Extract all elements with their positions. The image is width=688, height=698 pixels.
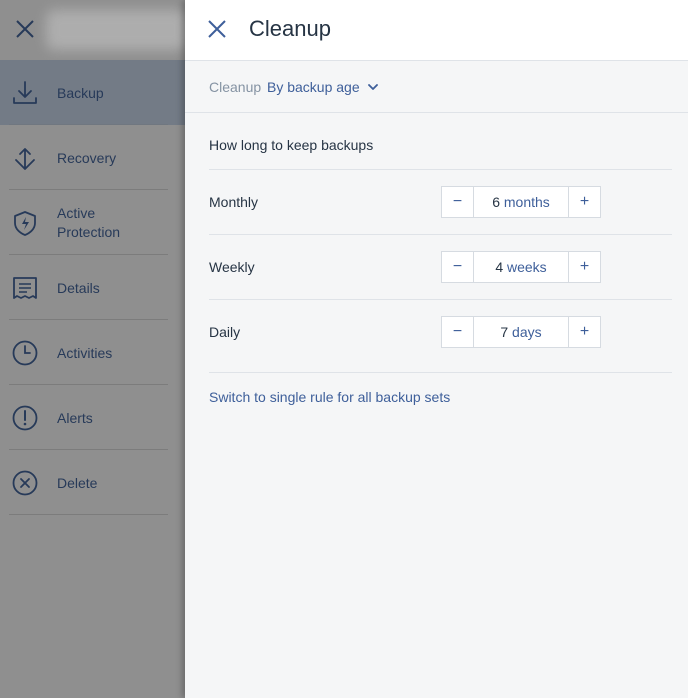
decrement-button[interactable]: − [442, 187, 474, 217]
daily-stepper: − 7 days + [441, 316, 601, 348]
sidebar-item-active-protection[interactable]: Active Protection [0, 190, 185, 255]
sidebar-item-label: Backup [57, 85, 104, 101]
sidebar-item-label: Details [57, 280, 100, 296]
sidebar-item-details[interactable]: Details [0, 255, 185, 320]
cleanup-mode-dropdown[interactable]: By backup age [267, 79, 360, 95]
decrement-button[interactable]: − [442, 252, 474, 282]
monthly-stepper: − 6 months + [441, 186, 601, 218]
cleanup-panel: Cleanup Cleanup By backup age How long t… [185, 0, 688, 698]
close-icon[interactable] [13, 17, 37, 41]
cleanup-mode-row: Cleanup By backup age [185, 61, 688, 113]
decrement-button[interactable]: − [442, 317, 474, 347]
rule-row-weekly: Weekly − 4 weeks + [209, 251, 671, 283]
sidebar-item-label: Activities [57, 345, 113, 361]
sidebar-item-activities[interactable]: Activities [0, 320, 185, 385]
stepper-value[interactable]: 7 days [474, 317, 568, 347]
sidebar-item-label: Alerts [57, 410, 93, 426]
rule-label: Daily [209, 324, 241, 340]
stepper-value[interactable]: 6 months [474, 187, 568, 217]
rule-row-monthly: Monthly − 6 months + [209, 186, 671, 218]
rule-label: Weekly [209, 259, 255, 275]
sidebar-item-label: Active Protection [57, 205, 121, 240]
sidebar-item-delete[interactable]: Delete [0, 450, 185, 515]
shield-icon [14, 211, 36, 236]
divider [9, 514, 168, 515]
panel-header: Cleanup [185, 0, 688, 61]
stepper-value[interactable]: 4 weeks [474, 252, 568, 282]
sidebar-item-backup[interactable]: Backup [0, 60, 185, 125]
blurred-title [46, 10, 188, 50]
divider [209, 169, 672, 170]
increment-button[interactable]: + [568, 252, 600, 282]
sidebar-item-label: Recovery [57, 150, 117, 166]
clock-icon [12, 340, 38, 366]
chevron-down-icon[interactable] [368, 83, 378, 91]
sidebar-header [0, 0, 188, 60]
close-icon[interactable] [206, 18, 228, 40]
rule-row-daily: Daily − 7 days + [209, 316, 671, 348]
sidebar-item-label: Delete [57, 475, 98, 491]
divider [209, 299, 672, 300]
divider [209, 372, 672, 373]
section-title: How long to keep backups [209, 137, 374, 153]
weekly-stepper: − 4 weeks + [441, 251, 601, 283]
details-icon [13, 277, 37, 299]
cleanup-mode-label: Cleanup [209, 79, 262, 95]
recovery-icon [15, 148, 35, 170]
alert-icon [12, 405, 38, 431]
increment-button[interactable]: + [568, 187, 600, 217]
sidebar-menu: Backup Recovery Active Protection Detail… [0, 60, 185, 515]
download-icon [13, 81, 37, 104]
rule-label: Monthly [209, 194, 259, 210]
divider [209, 234, 672, 235]
page-title: Cleanup [249, 16, 331, 41]
switch-single-rule-link[interactable]: Switch to single rule for all backup set… [209, 389, 450, 405]
sidebar: Backup Recovery Active Protection Detail… [0, 0, 188, 698]
increment-button[interactable]: + [568, 317, 600, 347]
delete-icon [12, 470, 38, 496]
sidebar-item-recovery[interactable]: Recovery [0, 125, 185, 190]
sidebar-item-alerts[interactable]: Alerts [0, 385, 185, 450]
